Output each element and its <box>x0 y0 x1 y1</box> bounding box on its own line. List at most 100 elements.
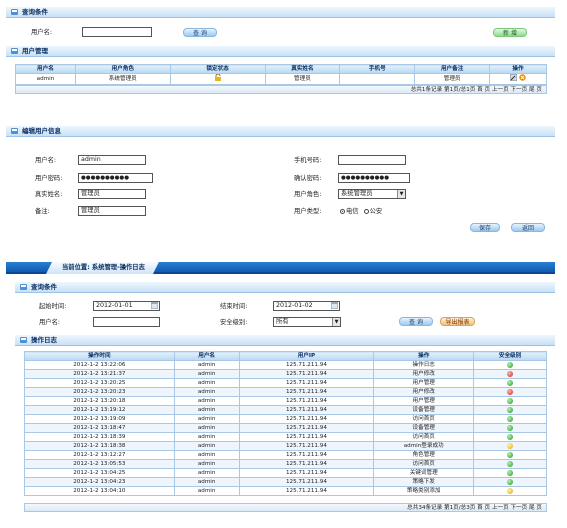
cell-security-level <box>473 423 547 433</box>
security-level-select[interactable]: 所有 ▼ <box>273 317 341 327</box>
password-input[interactable]: ●●●●●●●●●● <box>78 173 153 183</box>
panel-icon <box>20 337 27 343</box>
note-input[interactable]: 管理员 <box>78 206 146 216</box>
security-level-green-icon <box>507 478 514 485</box>
user-type-radio-group[interactable]: 电信 公安 <box>340 207 382 216</box>
column-header: 操作 <box>373 351 475 361</box>
log-search-button[interactable]: 查 询 <box>399 317 433 326</box>
calendar-icon[interactable] <box>331 302 338 309</box>
cell-note: 管理员 <box>414 73 491 85</box>
cell-username: admin <box>173 459 240 469</box>
delete-icon[interactable] <box>519 74 526 81</box>
cell-time: 2012-1-2 13:19:12 <box>24 405 175 415</box>
log-username-label: 用户名: <box>39 319 61 326</box>
cell-ip: 125.71.211.94 <box>238 369 375 379</box>
cell-security-level <box>473 378 547 388</box>
cell-operation: 策略类别添加 <box>373 486 475 496</box>
start-time-input[interactable]: 2012-01-01 <box>93 301 160 311</box>
table-row[interactable]: 2012-1-2 13:04:23 admin 125.71.211.94 策略下发 <box>24 477 547 487</box>
table-row[interactable]: admin 系统管理员 管理员 管理员 <box>15 73 547 85</box>
cell-username: admin <box>173 477 240 487</box>
lock-icon[interactable] <box>214 73 222 81</box>
cell-phone <box>339 73 416 85</box>
phone-label: 手机号码: <box>294 157 322 164</box>
table-row[interactable]: 2012-1-2 13:04:25 admin 125.71.211.94 关键词管理 <box>24 468 547 478</box>
cell-security-level <box>473 477 547 487</box>
cell-ip: 125.71.211.94 <box>238 459 375 469</box>
op-log-table: 操作时间 用户名 用户IP 操作 安全级别 2012-1-2 13:22:06 a… <box>24 351 547 496</box>
table-row[interactable]: 2012-1-2 13:19:09 admin 125.71.211.94 访问首页 <box>24 414 547 424</box>
cell-time: 2012-1-2 13:21:37 <box>24 369 175 379</box>
role-select-value: 系统管理员 <box>341 190 373 197</box>
end-time-input[interactable]: 2012-01-02 <box>273 301 340 311</box>
username-input[interactable]: admin <box>78 155 146 165</box>
cell-operation: 角色管理 <box>373 450 475 460</box>
cell-security-level <box>473 414 547 424</box>
confirm-password-label: 确认密码: <box>294 175 322 182</box>
op-log-pager[interactable]: 总共34条记录 第1页/总3页 首 页 上一页 下一页 尾 页 <box>24 503 547 512</box>
back-button[interactable]: 返回 <box>511 223 545 232</box>
cell-ip: 125.71.211.94 <box>238 396 375 406</box>
role-select[interactable]: 系统管理员 ▼ <box>338 189 406 199</box>
cell-security-level <box>473 360 547 370</box>
security-level-green-icon <box>507 469 514 476</box>
table-row[interactable]: 2012-1-2 13:20:25 admin 125.71.211.94 用户管理 <box>24 378 547 388</box>
log-username-input[interactable] <box>93 317 160 327</box>
cell-time: 2012-1-2 13:22:06 <box>24 360 175 370</box>
cell-time: 2012-1-2 13:18:39 <box>24 432 175 442</box>
cell-ip: 125.71.211.94 <box>238 486 375 496</box>
table-row[interactable]: 2012-1-2 13:22:06 admin 125.71.211.94 操作日志 <box>24 360 547 370</box>
radio-telecom[interactable] <box>340 208 345 214</box>
cell-username: admin <box>173 405 240 415</box>
cell-security-level <box>473 486 547 496</box>
table-row[interactable]: 2012-1-2 13:20:23 admin 125.71.211.94 用户修改 <box>24 387 547 397</box>
realname-input[interactable]: 管理员 <box>78 189 146 199</box>
table-row[interactable]: 2012-1-2 13:04:10 admin 125.71.211.94 策略类别添… <box>24 486 547 496</box>
panel-title: 查询条件 <box>22 8 48 16</box>
table-row[interactable]: 2012-1-2 13:20:18 admin 125.71.211.94 用户管理 <box>24 396 547 406</box>
export-report-button[interactable]: 导出报表 <box>440 317 475 326</box>
cell-username: admin <box>15 73 76 85</box>
panel-icon <box>11 128 18 134</box>
search-button[interactable]: 查 询 <box>183 28 217 37</box>
table-row[interactable]: 2012-1-2 13:05:53 admin 125.71.211.94 访问首页 <box>24 459 547 469</box>
cell-ip: 125.71.211.94 <box>238 477 375 487</box>
column-header: 操作 <box>489 64 547 74</box>
cell-operation: 设备管理 <box>373 405 475 415</box>
new-button[interactable]: 新 增 <box>493 28 527 37</box>
start-time-value: 2012-01-01 <box>96 302 133 309</box>
table-row[interactable]: 2012-1-2 13:18:38 admin 125.71.211.94 admin… <box>24 441 547 451</box>
cell-operation: 策略下发 <box>373 477 475 487</box>
table-row[interactable]: 2012-1-2 13:19:12 admin 125.71.211.94 设备管理 <box>24 405 547 415</box>
cell-actions <box>489 73 547 85</box>
column-header: 用户名 <box>15 64 76 74</box>
security-level-green-icon <box>507 406 514 413</box>
cell-security-level <box>473 450 547 460</box>
radio-police[interactable] <box>363 208 369 214</box>
panel-icon <box>20 284 27 290</box>
cell-operation: 操作日志 <box>373 360 475 370</box>
table-row[interactable]: 2012-1-2 13:21:37 admin 125.71.211.94 用户修改 <box>24 369 547 379</box>
username-search-input[interactable] <box>82 27 152 37</box>
cell-username: admin <box>173 486 240 496</box>
table-row[interactable]: 2012-1-2 13:18:47 admin 125.71.211.94 设备管理 <box>24 423 547 433</box>
user-table-pager[interactable]: 总共1条记录 第1页/总1页 首 页 上一页 下一页 尾 页 <box>15 85 547 94</box>
phone-input[interactable] <box>338 155 406 165</box>
log-query-header: 查询条件 <box>15 282 555 293</box>
cell-security-level <box>473 432 547 442</box>
cell-ip: 125.71.211.94 <box>238 441 375 451</box>
column-header: 安全级别 <box>473 351 547 361</box>
chevron-down-icon: ▼ <box>397 190 405 198</box>
panel-title: 查询条件 <box>31 283 57 291</box>
table-row[interactable]: 2012-1-2 13:18:39 admin 125.71.211.94 访问首页 <box>24 432 547 442</box>
cell-security-level <box>473 459 547 469</box>
cell-username: admin <box>173 396 240 406</box>
edit-icon[interactable] <box>509 73 518 82</box>
table-row[interactable]: 2012-1-2 13:12:27 admin 125.71.211.94 角色管理 <box>24 450 547 460</box>
calendar-icon[interactable] <box>151 302 158 309</box>
save-button[interactable]: 保存 <box>470 223 500 232</box>
confirm-password-input[interactable]: ●●●●●●●●●● <box>338 173 410 183</box>
cell-ip: 125.71.211.94 <box>238 423 375 433</box>
cell-time: 2012-1-2 13:05:53 <box>24 459 175 469</box>
cell-username: admin <box>173 360 240 370</box>
